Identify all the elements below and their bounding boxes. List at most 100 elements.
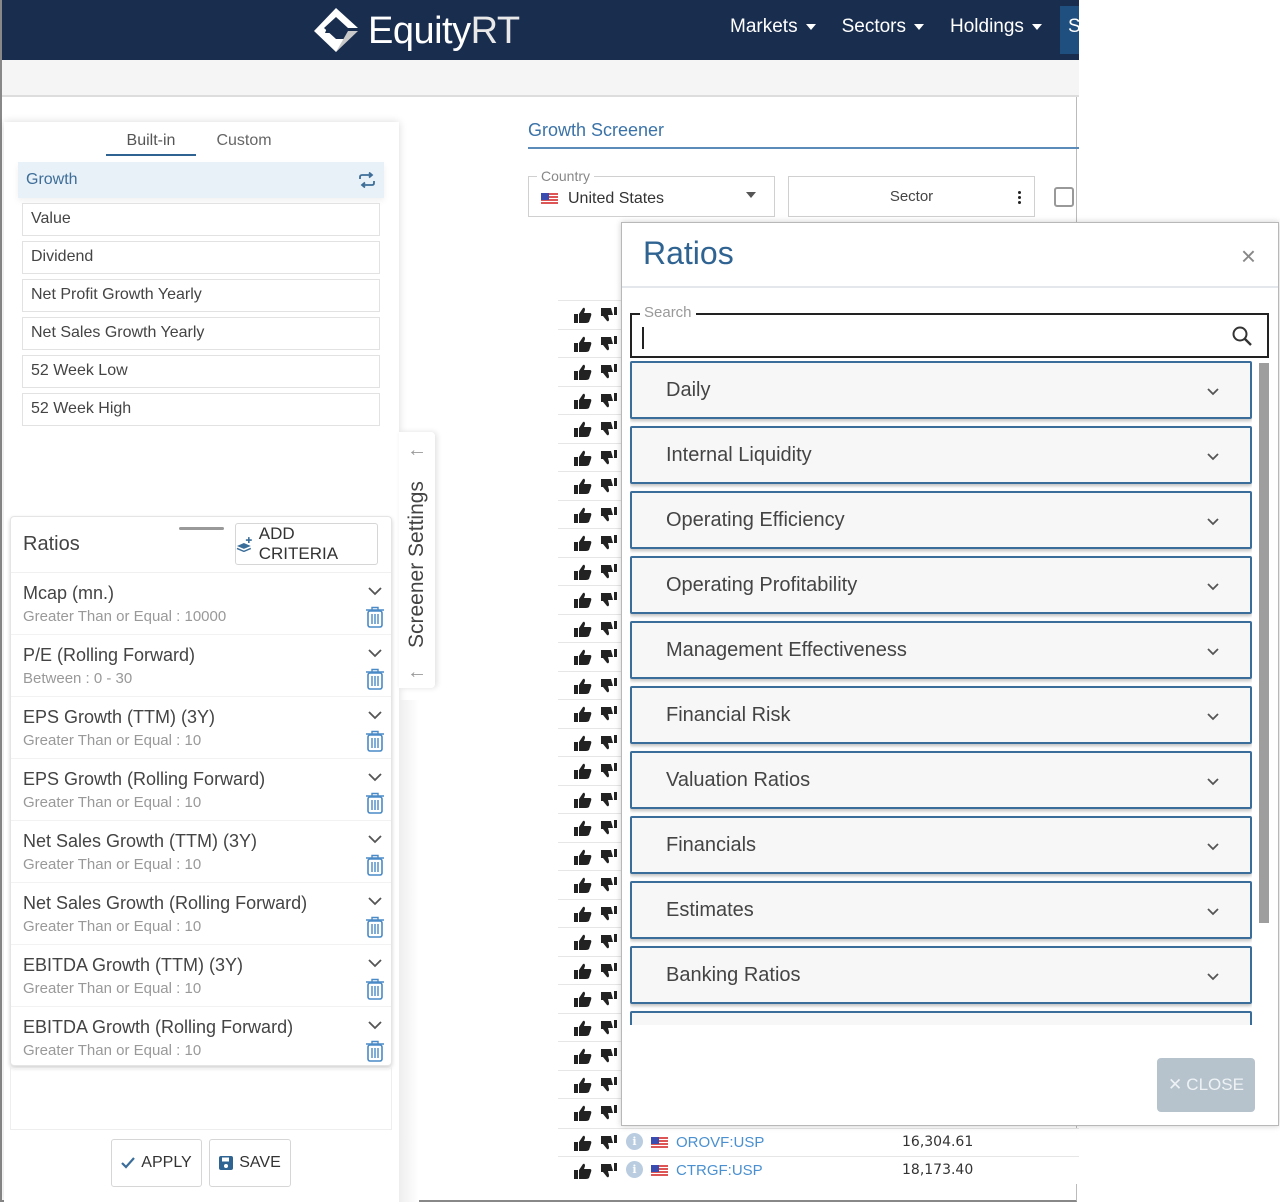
- tab-built-in[interactable]: Built-in: [106, 132, 196, 156]
- search-input[interactable]: [642, 327, 1212, 349]
- thumbs-down-icon[interactable]: [600, 877, 618, 893]
- country-select[interactable]: Country United States: [528, 168, 775, 217]
- thumbs-down-icon[interactable]: [600, 991, 618, 1007]
- thumbs-up-icon[interactable]: [574, 1163, 592, 1179]
- thumbs-up-icon[interactable]: [574, 450, 592, 466]
- info-icon[interactable]: i: [626, 1133, 643, 1150]
- thumbs-down-icon[interactable]: [600, 934, 618, 950]
- thumbs-down-icon[interactable]: [600, 1163, 618, 1179]
- thumbs-down-icon[interactable]: [600, 791, 618, 808]
- thumbs-down-icon[interactable]: [600, 563, 618, 580]
- thumbs-up-icon[interactable]: [574, 706, 592, 722]
- tab-custom[interactable]: Custom: [204, 132, 284, 156]
- thumbs-down-icon[interactable]: [600, 421, 618, 437]
- trash-icon[interactable]: [365, 978, 385, 1000]
- ratio-category-accordion[interactable]: Financial Risk: [630, 686, 1252, 744]
- thumbs-down-icon[interactable]: [600, 763, 618, 779]
- thumbs-up-icon[interactable]: [574, 963, 592, 979]
- ratio-category-accordion[interactable]: Banking Ratios: [630, 946, 1252, 1004]
- ratio-category-accordion[interactable]: Valuation Ratios: [630, 751, 1252, 809]
- chevron-down-icon[interactable]: [367, 955, 383, 971]
- ratio-category-accordion[interactable]: Financials: [630, 816, 1252, 874]
- thumbs-up-icon[interactable]: [574, 1048, 592, 1064]
- criteria-item[interactable]: EBITDA Growth (Rolling Forward) Greater T…: [11, 1007, 391, 1069]
- kebab-menu-icon[interactable]: [1018, 191, 1022, 206]
- modal-scrollbar[interactable]: [1259, 363, 1269, 923]
- search-icon[interactable]: [1231, 325, 1253, 347]
- thumbs-down-icon[interactable]: [600, 820, 618, 836]
- ratio-category-accordion[interactable]: Internal Liquidity: [630, 426, 1252, 484]
- swap-icon[interactable]: [358, 172, 376, 188]
- ratio-category-accordion[interactable]: Operating Profitability: [630, 556, 1252, 614]
- thumbs-up-icon[interactable]: [574, 678, 592, 694]
- nav-holdings[interactable]: Holdings: [950, 16, 1042, 38]
- criteria-item[interactable]: EBITDA Growth (TTM) (3Y) Greater Than or …: [11, 945, 391, 1007]
- thumbs-up-icon[interactable]: [574, 393, 592, 409]
- thumbs-up-icon[interactable]: [574, 763, 592, 779]
- thumbs-down-icon[interactable]: [600, 1019, 618, 1036]
- add-criteria-button[interactable]: ADD CRITERIA: [235, 523, 378, 565]
- thumbs-up-icon[interactable]: [574, 336, 592, 352]
- trash-icon[interactable]: [365, 606, 385, 628]
- thumbs-down-icon[interactable]: [600, 1135, 618, 1151]
- thumbs-down-icon[interactable]: [600, 478, 618, 494]
- brand-logo[interactable]: EquityRT: [310, 6, 520, 56]
- thumbs-down-icon[interactable]: [600, 1076, 618, 1093]
- thumbs-up-icon[interactable]: [574, 421, 592, 437]
- preset-item[interactable]: Net Profit Growth Yearly: [22, 279, 380, 312]
- thumbs-up-icon[interactable]: [574, 735, 592, 751]
- chevron-down-icon[interactable]: [367, 707, 383, 723]
- thumbs-up-icon[interactable]: [574, 877, 592, 893]
- trash-icon[interactable]: [365, 916, 385, 938]
- preset-item[interactable]: 52 Week Low: [22, 355, 380, 388]
- thumbs-down-icon[interactable]: [600, 335, 618, 352]
- preset-item-growth[interactable]: Growth: [18, 162, 384, 198]
- chevron-down-icon[interactable]: [367, 583, 383, 599]
- thumbs-down-icon[interactable]: [600, 706, 618, 722]
- trash-icon[interactable]: [365, 792, 385, 814]
- thumbs-up-icon[interactable]: [574, 649, 592, 665]
- table-row[interactable]: i CTRGF:USP 18,173.40: [558, 1156, 1079, 1184]
- thumbs-up-icon[interactable]: [574, 364, 592, 380]
- preset-item[interactable]: Net Sales Growth Yearly: [22, 317, 380, 350]
- thumbs-down-icon[interactable]: [600, 649, 618, 665]
- nav-sectors[interactable]: Sectors: [842, 16, 924, 38]
- thumbs-down-icon[interactable]: [600, 392, 618, 409]
- ratio-category-accordion[interactable]: Estimates: [630, 881, 1252, 939]
- thumbs-up-icon[interactable]: [574, 478, 592, 494]
- thumbs-up-icon[interactable]: [574, 564, 592, 580]
- arrow-left-icon[interactable]: ←: [407, 440, 427, 460]
- thumbs-down-icon[interactable]: [600, 592, 618, 608]
- ticker-link[interactable]: CTRGF:USP: [676, 1162, 763, 1179]
- thumbs-down-icon[interactable]: [600, 449, 618, 466]
- drag-handle[interactable]: [179, 527, 224, 530]
- trash-icon[interactable]: [365, 730, 385, 752]
- criteria-item[interactable]: Net Sales Growth (TTM) (3Y) Greater Than …: [11, 821, 391, 883]
- trash-icon[interactable]: [365, 668, 385, 690]
- thumbs-down-icon[interactable]: [600, 1105, 618, 1121]
- sector-select[interactable]: Sector: [788, 176, 1035, 217]
- chevron-down-icon[interactable]: [367, 831, 383, 847]
- thumbs-up-icon[interactable]: [574, 1135, 592, 1151]
- thumbs-down-icon[interactable]: [600, 734, 618, 751]
- thumbs-down-icon[interactable]: [600, 848, 618, 865]
- thumbs-down-icon[interactable]: [600, 905, 618, 922]
- thumbs-up-icon[interactable]: [574, 1105, 592, 1121]
- thumbs-up-icon[interactable]: [574, 906, 592, 922]
- thumbs-up-icon[interactable]: [574, 792, 592, 808]
- screener-settings-handle[interactable]: ← Screener Settings ←: [399, 432, 435, 688]
- table-row[interactable]: i OROVF:USP 16,304.61: [558, 1128, 1079, 1156]
- criteria-item[interactable]: Mcap (mn.) Greater Than or Equal : 10000: [11, 573, 391, 635]
- thumbs-down-icon[interactable]: [600, 620, 618, 637]
- thumbs-up-icon[interactable]: [574, 592, 592, 608]
- criteria-item[interactable]: EPS Growth (Rolling Forward) Greater Than…: [11, 759, 391, 821]
- thumbs-down-icon[interactable]: [600, 535, 618, 551]
- thumbs-up-icon[interactable]: [574, 1020, 592, 1036]
- thumbs-up-icon[interactable]: [574, 934, 592, 950]
- thumbs-up-icon[interactable]: [574, 507, 592, 523]
- ratio-category-accordion[interactable]: [630, 1011, 1252, 1025]
- ratio-category-accordion[interactable]: Daily: [630, 361, 1252, 419]
- chevron-down-icon[interactable]: [367, 645, 383, 661]
- save-button[interactable]: SAVE: [209, 1139, 291, 1187]
- close-button[interactable]: ✕ CLOSE: [1157, 1058, 1255, 1112]
